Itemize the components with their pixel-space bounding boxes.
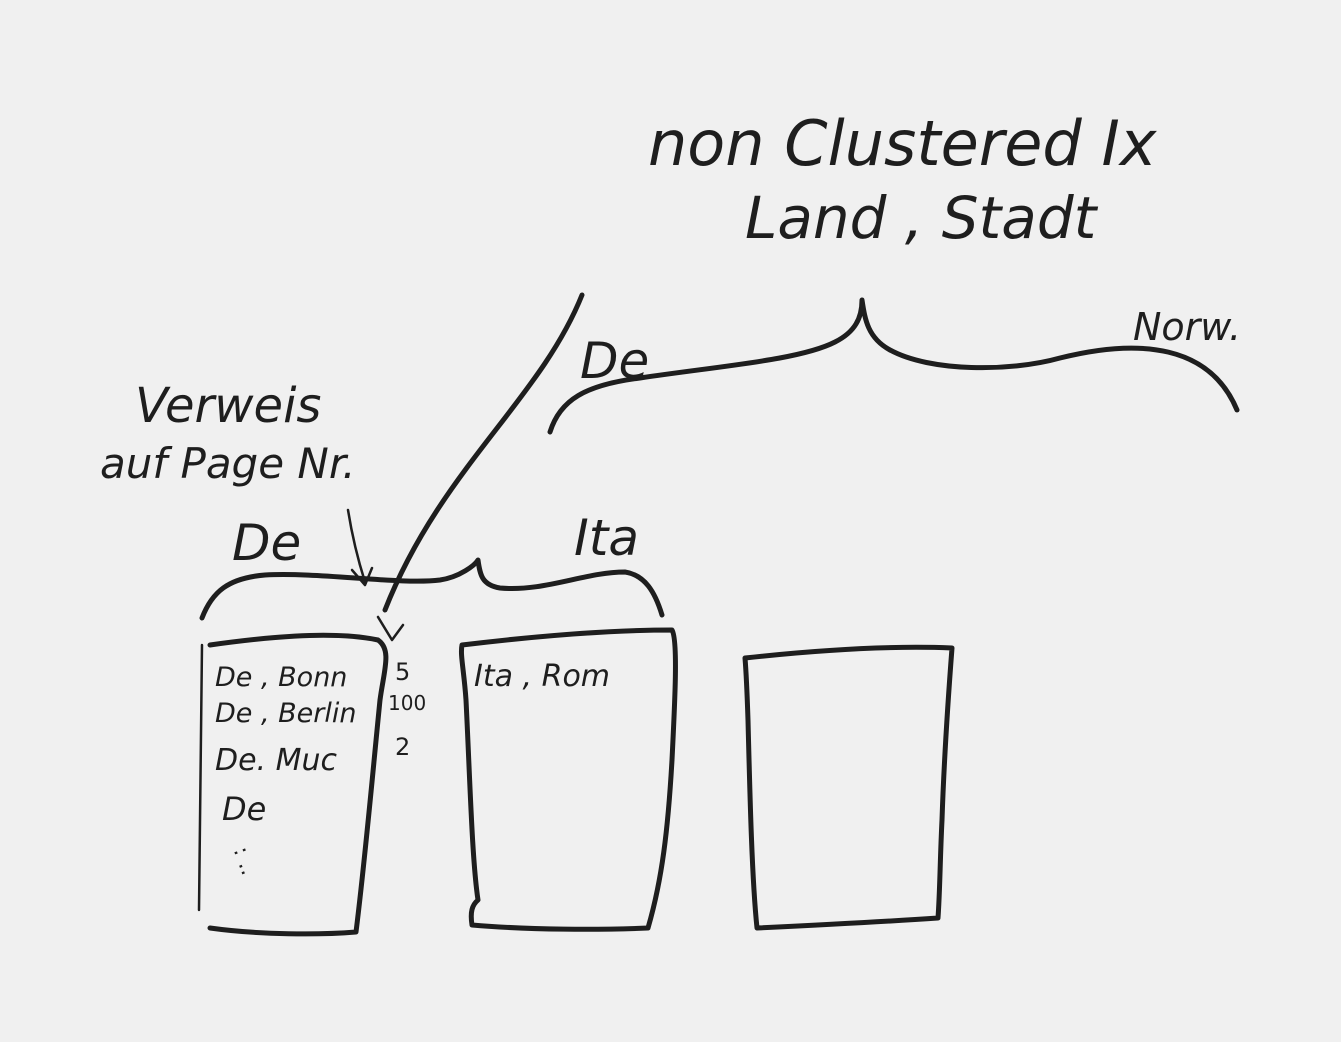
page-1-entry-1: De , Bonn: [215, 662, 347, 693]
annotation-arrow-2: [376, 615, 405, 642]
page-3-border: [742, 644, 955, 931]
page-1-entry-4: De: [222, 790, 266, 828]
page-1-ref-2: 100: [388, 691, 426, 715]
level-label-right: Ita: [574, 509, 639, 567]
annotation-arrow: [346, 508, 374, 587]
page-1: De , Bonn 5 De , Berlin 100 De. Muc 2 De…: [197, 632, 426, 937]
root-label-left: De: [580, 332, 649, 390]
page-1-entry-2: De , Berlin: [215, 698, 357, 729]
root-pointer-line: [382, 292, 585, 613]
page-1-ref-1: 5: [395, 658, 410, 686]
diagram-title: non Clustered Ix: [648, 107, 1158, 180]
diagram-subtitle: Land , Stadt: [745, 184, 1099, 252]
page-2: Ita , Rom: [459, 627, 678, 932]
page-2-entry-1: Ita , Rom: [474, 659, 610, 694]
index-tree-diagram: non Clustered Ix Land , Stadt De Norw. V…: [100, 107, 1241, 937]
page-3: [742, 644, 955, 931]
level-label-left: De: [232, 514, 301, 572]
page-1-ref-3: 2: [395, 733, 410, 761]
page-1-ellipsis: : ..: [228, 843, 261, 878]
page-1-left-edge: [197, 643, 204, 912]
root-label-right: Norw.: [1133, 305, 1241, 349]
page-1-entry-3: De. Muc: [215, 743, 338, 778]
annotation-line1: Verweis: [135, 378, 321, 434]
annotation-line2: auf Page Nr.: [100, 439, 356, 488]
